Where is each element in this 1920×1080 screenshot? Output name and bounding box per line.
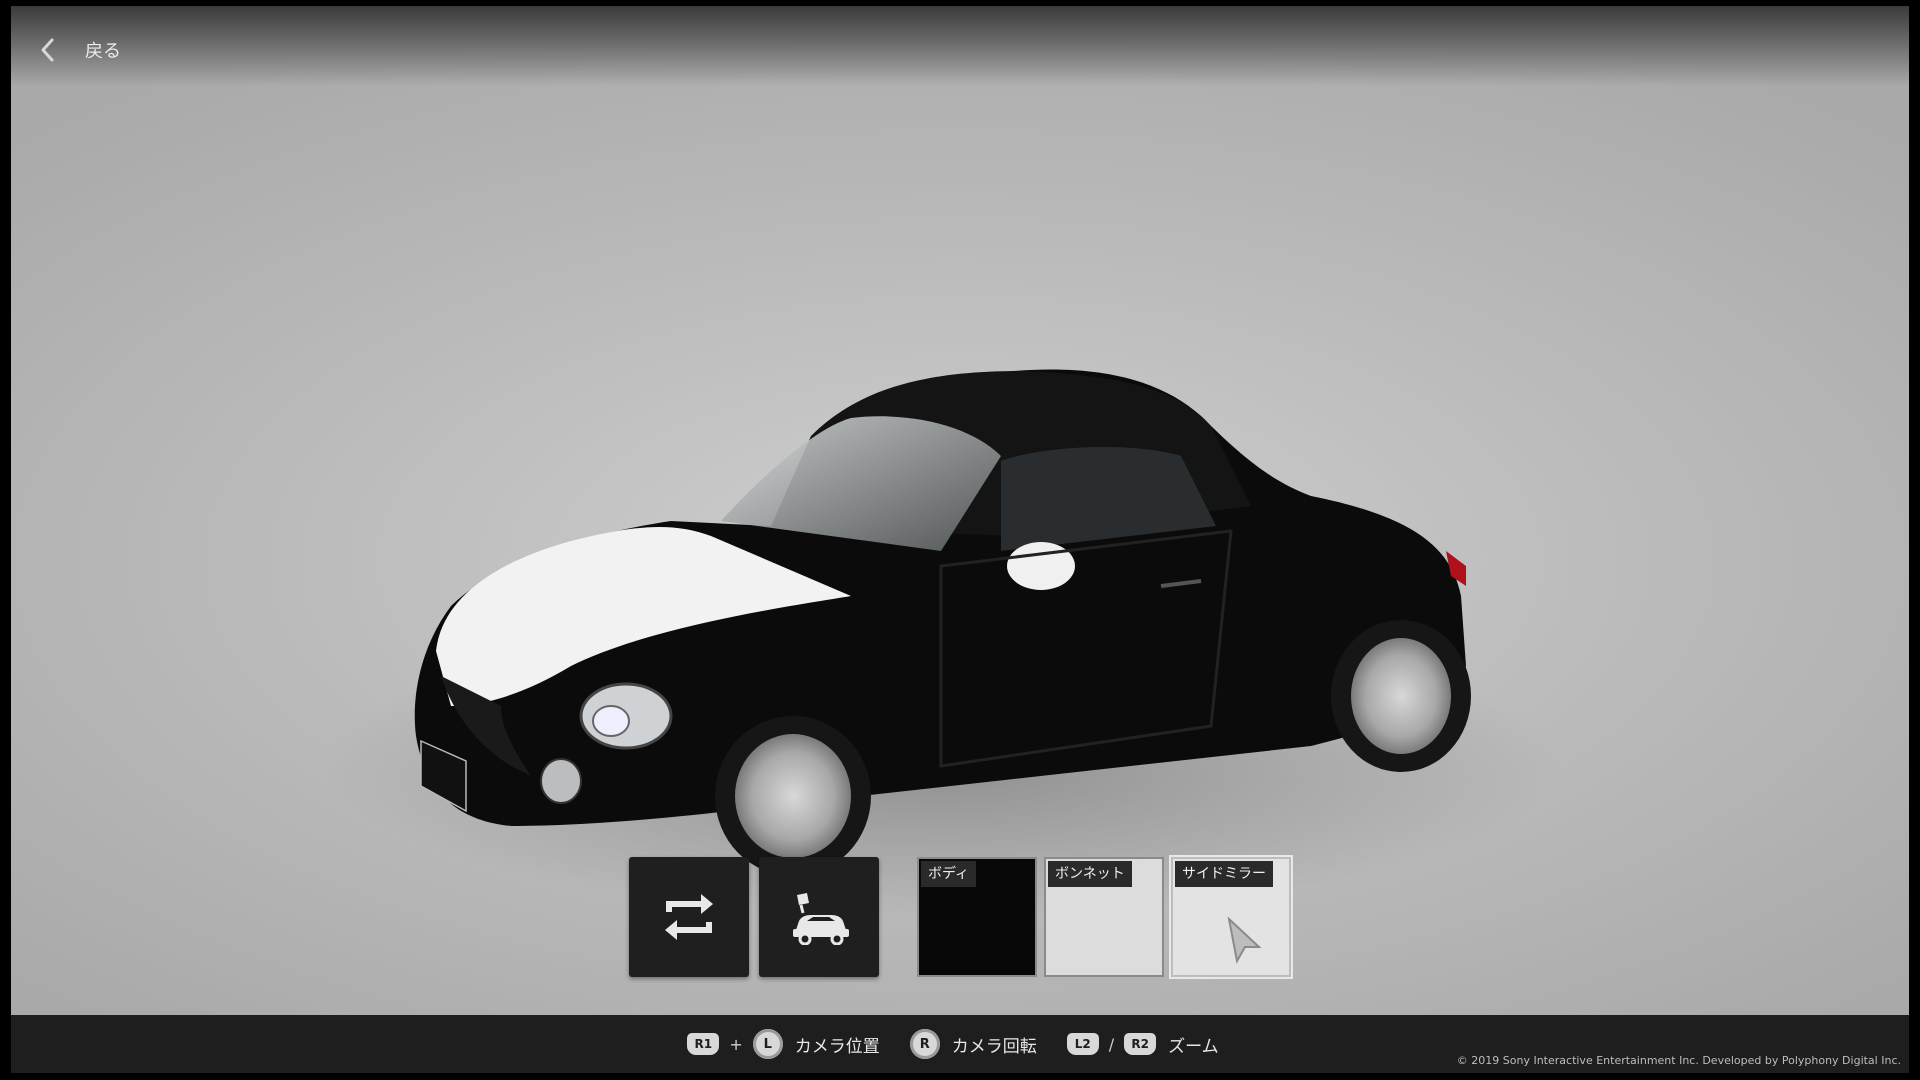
r1-button-icon: R1 [687,1033,720,1055]
swatch-label: ボンネット [1048,861,1132,887]
controls-bar: R1 + L カメラ位置 R カメラ回転 L2 / R2 ズーム © 2019 … [11,1015,1909,1073]
r2-button-icon: R2 [1124,1033,1157,1055]
plus-sign: + [729,1034,743,1054]
swatch-body[interactable]: ボディ [917,857,1037,977]
car-paint-icon [793,893,849,945]
chevron-left-icon [41,38,54,62]
swap-button[interactable] [629,857,749,977]
swatch-label: ボディ [921,861,977,887]
l-stick-icon: L [752,1029,783,1059]
l2-button-icon: L2 [1066,1033,1099,1055]
paint-button[interactable] [759,857,879,977]
back-label: 戻る [85,41,121,62]
swatch-side-mirror[interactable]: サイドミラー [1169,855,1293,979]
slash-sign: / [1108,1034,1115,1054]
zoom-label: ズーム [1168,1036,1219,1057]
copyright-text: © 2019 Sony Interactive Entertainment In… [1456,1054,1901,1067]
camera-position-label: カメラ位置 [794,1036,880,1057]
cursor-icon [1227,917,1262,964]
swatch-hood[interactable]: ボンネット [1044,857,1164,977]
r-stick-icon: R [909,1029,940,1059]
swatch-label: サイドミラー [1175,861,1273,887]
swap-arrows-icon [665,894,713,940]
car-viewer[interactable]: 戻る ボディ ボンネット サイドミラー [11,6,1909,1015]
camera-rotate-label: カメラ回転 [951,1036,1037,1057]
back-button[interactable]: 戻る [37,32,121,68]
